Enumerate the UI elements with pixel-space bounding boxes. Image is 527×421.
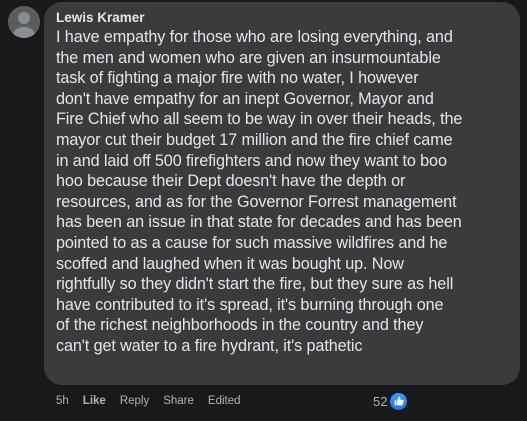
comment: Lewis Kramer I have empathy for those wh…	[0, 0, 527, 421]
reply-button[interactable]: Reply	[120, 395, 149, 407]
like-button[interactable]: Like	[83, 395, 106, 407]
comment-actions: 5h Like Reply Share Edited	[56, 392, 241, 410]
avatar[interactable]	[8, 6, 40, 38]
reaction-count: 52	[373, 393, 388, 409]
avatar-image	[8, 6, 40, 38]
edited-label[interactable]: Edited	[208, 395, 241, 407]
reaction-summary[interactable]: 52	[373, 391, 409, 411]
comment-bubble: Lewis Kramer I have empathy for those wh…	[44, 2, 520, 385]
comment-author[interactable]: Lewis Kramer	[56, 8, 508, 27]
thumbs-up-icon	[389, 391, 409, 411]
comment-timestamp[interactable]: 5h	[56, 395, 69, 407]
share-button[interactable]: Share	[163, 395, 194, 407]
comment-text: I have empathy for those who are losing …	[56, 28, 463, 355]
